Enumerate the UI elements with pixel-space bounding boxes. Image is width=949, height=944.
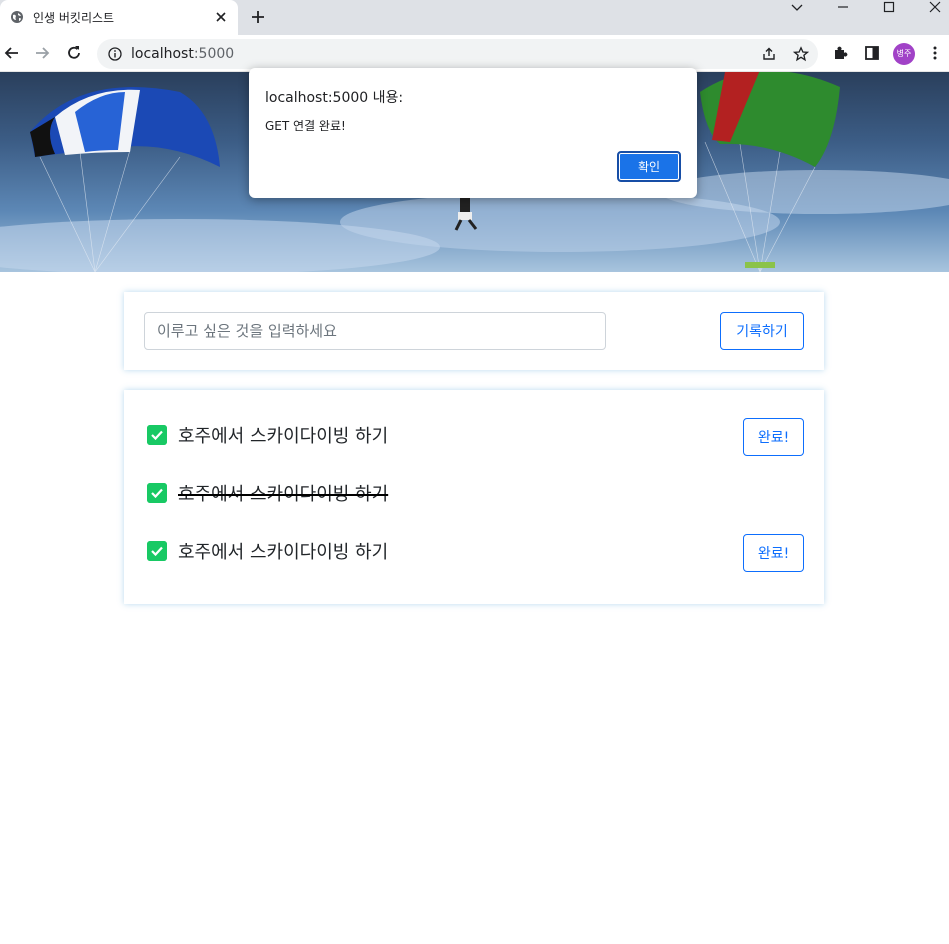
browser-toolbar: localhost:5000 병주 xyxy=(0,35,949,72)
globe-icon xyxy=(11,11,23,23)
checkbox-checked-icon xyxy=(147,541,167,561)
more-menu-icon[interactable] xyxy=(926,44,944,62)
back-arrow-icon[interactable] xyxy=(3,44,21,62)
maximize-icon[interactable] xyxy=(882,0,896,14)
close-tab-icon[interactable] xyxy=(214,10,228,24)
bucket-input[interactable] xyxy=(144,312,606,350)
extensions-puzzle-icon[interactable] xyxy=(831,44,849,62)
dialog-message: GET 연결 완료! xyxy=(265,119,346,133)
checkbox-checked-icon xyxy=(147,425,167,445)
list-item-done: 호주에서 스카이다이빙 하기 xyxy=(124,472,824,512)
dialog-title: localhost:5000 내용: xyxy=(265,90,404,106)
done-button[interactable]: 완료! xyxy=(743,418,804,456)
checkbox-checked-icon xyxy=(147,483,167,503)
side-panel-icon[interactable] xyxy=(863,44,881,62)
list-item-text: 호주에서 스카이다이빙 하기 xyxy=(178,426,389,447)
dialog-ok-button[interactable]: 확인 xyxy=(617,151,681,182)
alert-dialog: localhost:5000 내용: GET 연결 완료! 확인 xyxy=(249,68,697,198)
reload-icon[interactable] xyxy=(65,44,83,62)
tab-strip: 인생 버킷리스트 xyxy=(0,0,949,35)
tab-title: 인생 버킷리스트 xyxy=(33,11,115,25)
browser-tab[interactable]: 인생 버킷리스트 xyxy=(0,0,238,35)
address-bar[interactable]: localhost:5000 xyxy=(97,39,818,69)
bucket-list-card: 호주에서 스카이다이빙 하기 완료! 호주에서 스카이다이빙 하기 호주에서 스… xyxy=(124,390,824,604)
bookmark-star-icon[interactable] xyxy=(793,46,809,62)
save-button[interactable]: 기록하기 xyxy=(720,312,804,350)
site-info-icon[interactable] xyxy=(108,47,122,61)
share-icon[interactable] xyxy=(761,46,777,62)
forward-arrow-icon[interactable] xyxy=(33,44,51,62)
list-item-text: 호주에서 스카이다이빙 하기 xyxy=(178,484,389,505)
done-button[interactable]: 완료! xyxy=(743,534,804,572)
tab-search-icon[interactable] xyxy=(790,0,804,14)
list-item: 호주에서 스카이다이빙 하기 완료! xyxy=(124,530,824,572)
bucket-input-card: 기록하기 xyxy=(124,292,824,370)
new-tab-icon[interactable] xyxy=(250,9,266,25)
minimize-icon[interactable] xyxy=(836,0,850,14)
list-item: 호주에서 스카이다이빙 하기 완료! xyxy=(124,414,824,456)
profile-avatar[interactable]: 병주 xyxy=(893,43,915,65)
list-item-text: 호주에서 스카이다이빙 하기 xyxy=(178,542,389,563)
url-text: localhost:5000 xyxy=(131,46,235,62)
close-window-icon[interactable] xyxy=(928,0,942,14)
